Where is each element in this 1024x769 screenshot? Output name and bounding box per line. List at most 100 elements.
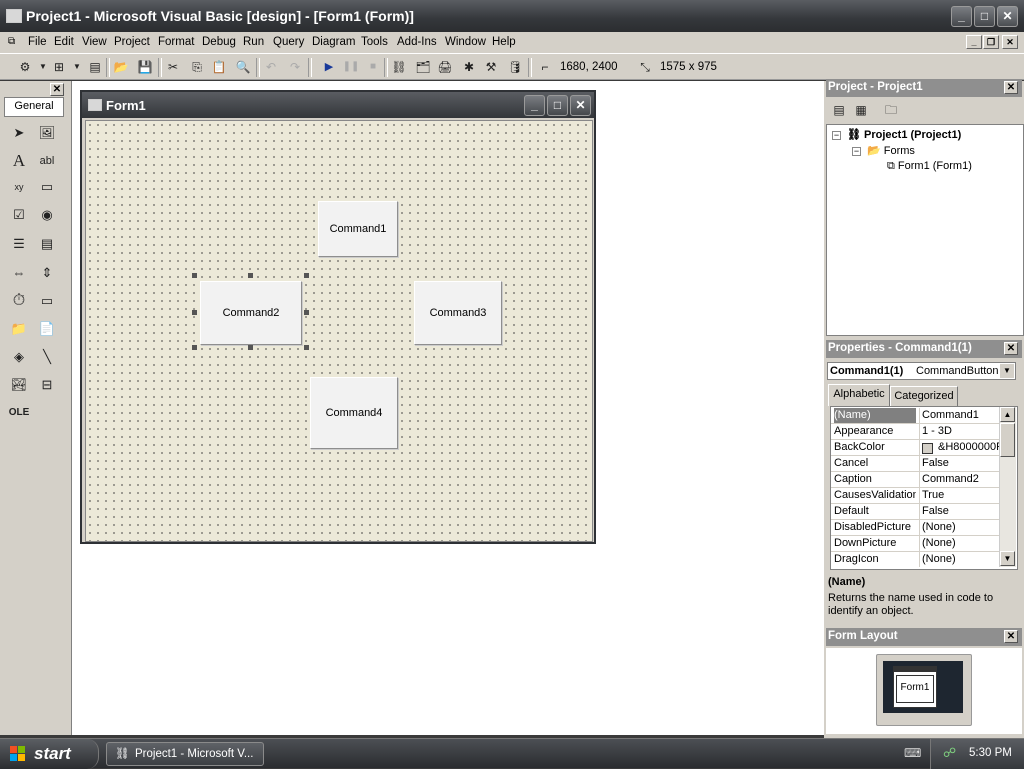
form-close-button[interactable]: ✕ <box>570 95 591 116</box>
picturebox-tool-icon[interactable]: 🖼 <box>36 123 58 143</box>
property-value[interactable]: False <box>919 504 999 519</box>
property-value[interactable]: True <box>919 488 999 503</box>
property-row[interactable]: DownPicture (None) <box>831 536 999 552</box>
menu-run[interactable]: Run <box>243 36 264 48</box>
keyboard-tray-icon[interactable]: ⌨ <box>904 746 921 760</box>
property-row[interactable]: (Name) Command1 <box>831 408 999 424</box>
ole-tool-icon[interactable]: OLE <box>8 403 30 423</box>
add-form-icon[interactable]: ⊞ <box>50 58 68 76</box>
menu-format[interactable]: Format <box>158 36 194 48</box>
mdi-close-button[interactable]: ✕ <box>1002 35 1018 49</box>
drivelistbox-tool-icon[interactable]: ▭ <box>36 291 58 311</box>
tree-project-node[interactable]: ⛓ Project1 (Project1) <box>847 128 961 141</box>
property-row[interactable]: DisabledPicture (None) <box>831 520 999 536</box>
command4-button[interactable]: Command4 <box>310 377 398 449</box>
property-value[interactable]: False <box>919 456 999 471</box>
timer-tool-icon[interactable]: ⏱ <box>8 291 30 311</box>
listbox-tool-icon[interactable]: ▤ <box>36 234 58 254</box>
data-view-icon[interactable]: 🛢 <box>506 58 524 76</box>
property-row[interactable]: DragIcon (None) <box>831 552 999 568</box>
start-button[interactable]: start <box>0 739 99 769</box>
vscrollbar-tool-icon[interactable]: ⇕ <box>36 263 58 283</box>
menu-project[interactable]: Project <box>114 36 150 48</box>
menu-window[interactable]: Window <box>445 36 486 48</box>
property-row[interactable]: Caption Command2 <box>831 472 999 488</box>
tree-forms-folder[interactable]: 📂 Forms <box>867 144 915 157</box>
object-selector-dropdown[interactable]: Command1(1) CommandButton ▼ <box>827 362 1016 380</box>
property-row[interactable]: Cancel False <box>831 456 999 472</box>
selection-handle[interactable] <box>248 273 253 278</box>
pointer-tool-icon[interactable]: ➤ <box>8 123 30 143</box>
find-icon[interactable]: 🔍 <box>234 58 252 76</box>
dirlistbox-tool-icon[interactable]: 📁 <box>8 319 30 339</box>
copy-icon[interactable]: ⎘ <box>188 58 206 76</box>
project-panel-close-icon[interactable]: ✕ <box>1004 81 1018 94</box>
commandbutton-tool-icon[interactable]: ▭ <box>36 177 58 197</box>
checkbox-tool-icon[interactable]: ☑ <box>8 205 30 225</box>
properties-panel-close-icon[interactable]: ✕ <box>1004 342 1018 355</box>
toolbox-close-icon[interactable]: ✕ <box>50 83 64 96</box>
optionbutton-tool-icon[interactable]: ◉ <box>36 205 58 225</box>
taskbar-item-vb[interactable]: ⛓ Project1 - Microsoft V... <box>106 742 264 766</box>
start-run-icon[interactable]: ▶ <box>320 58 338 76</box>
menu-debug[interactable]: Debug <box>202 36 236 48</box>
selection-handle[interactable] <box>304 273 309 278</box>
form-layout-icon[interactable]: 🖨 <box>436 58 454 76</box>
mdi-form-icon[interactable]: ⧉ <box>8 36 15 47</box>
mdi-minimize-button[interactable]: _ <box>966 35 982 49</box>
scroll-down-icon[interactable]: ▼ <box>1000 551 1015 566</box>
property-value[interactable]: Command1 <box>919 408 999 423</box>
property-value[interactable]: 1 - 3D <box>919 424 999 439</box>
view-object-icon[interactable]: ▦ <box>852 101 870 119</box>
undo-icon[interactable]: ↶ <box>262 58 280 76</box>
form-title-bar[interactable]: Form1 _ □ ✕ <box>82 92 594 118</box>
menu-query[interactable]: Query <box>273 36 304 48</box>
label-tool-icon[interactable]: A <box>8 151 30 171</box>
combobox-tool-icon[interactable]: ☰ <box>8 234 30 254</box>
image-tool-icon[interactable]: 🏞 <box>8 375 30 395</box>
break-icon[interactable]: ❚❚ <box>342 58 360 76</box>
property-value[interactable]: (None) <box>919 520 999 535</box>
tree-collapse-icon[interactable]: − <box>832 131 841 140</box>
menu-add-ins[interactable]: Add-Ins <box>397 36 437 48</box>
tree-collapse-icon[interactable]: − <box>852 147 861 156</box>
form-icon[interactable] <box>88 99 102 111</box>
add-project-icon[interactable]: ⚙ <box>16 58 34 76</box>
project-explorer-icon[interactable]: ⛓ <box>390 58 408 76</box>
form-maximize-button[interactable]: □ <box>547 95 568 116</box>
selection-handle[interactable] <box>192 345 197 350</box>
toggle-folders-icon[interactable]: 🗀 <box>882 101 900 119</box>
menu-tools[interactable]: Tools <box>361 36 388 48</box>
property-value[interactable]: Command2 <box>919 472 999 487</box>
property-value[interactable]: (None) <box>919 536 999 551</box>
tab-alphabetic[interactable]: Alphabetic <box>828 384 890 406</box>
cut-icon[interactable]: ✂ <box>164 58 182 76</box>
network-tray-icon[interactable]: ☍ <box>943 745 956 761</box>
save-project-icon[interactable]: 💾 <box>136 58 154 76</box>
command2-button[interactable]: Command2 <box>200 281 302 345</box>
line-tool-icon[interactable]: ╲ <box>36 347 58 367</box>
object-browser-icon[interactable]: ✱ <box>460 58 478 76</box>
clock[interactable]: 5:30 PM <box>969 747 1012 759</box>
hscrollbar-tool-icon[interactable]: ⇔ <box>8 263 30 283</box>
maximize-button[interactable]: □ <box>974 6 995 27</box>
property-row[interactable]: Default False <box>831 504 999 520</box>
form-design-grid[interactable]: Command1 Command2 Command3 Command4 <box>85 120 593 542</box>
add-form-dropdown-icon[interactable]: ▼ <box>68 58 86 76</box>
selection-handle[interactable] <box>304 345 309 350</box>
vb-app-icon[interactable] <box>6 9 22 23</box>
minimize-button[interactable]: _ <box>951 6 972 27</box>
property-row[interactable]: CausesValidation True <box>831 488 999 504</box>
end-icon[interactable]: ■ <box>364 58 382 76</box>
close-button[interactable]: ✕ <box>997 6 1018 27</box>
form-minimize-button[interactable]: _ <box>524 95 545 116</box>
menu-file[interactable]: File <box>28 36 47 48</box>
mdi-restore-button[interactable]: ❐ <box>983 35 999 49</box>
view-code-icon[interactable]: ▤ <box>830 101 848 119</box>
open-project-icon[interactable]: 📂 <box>112 58 130 76</box>
form-layout-close-icon[interactable]: ✕ <box>1004 630 1018 643</box>
textbox-tool-icon[interactable]: abl <box>36 151 58 171</box>
command1-button[interactable]: Command1 <box>318 201 398 257</box>
property-row[interactable]: BackColor &H8000000F <box>831 440 999 456</box>
form1-layout-thumb[interactable]: Form1 <box>893 666 937 708</box>
